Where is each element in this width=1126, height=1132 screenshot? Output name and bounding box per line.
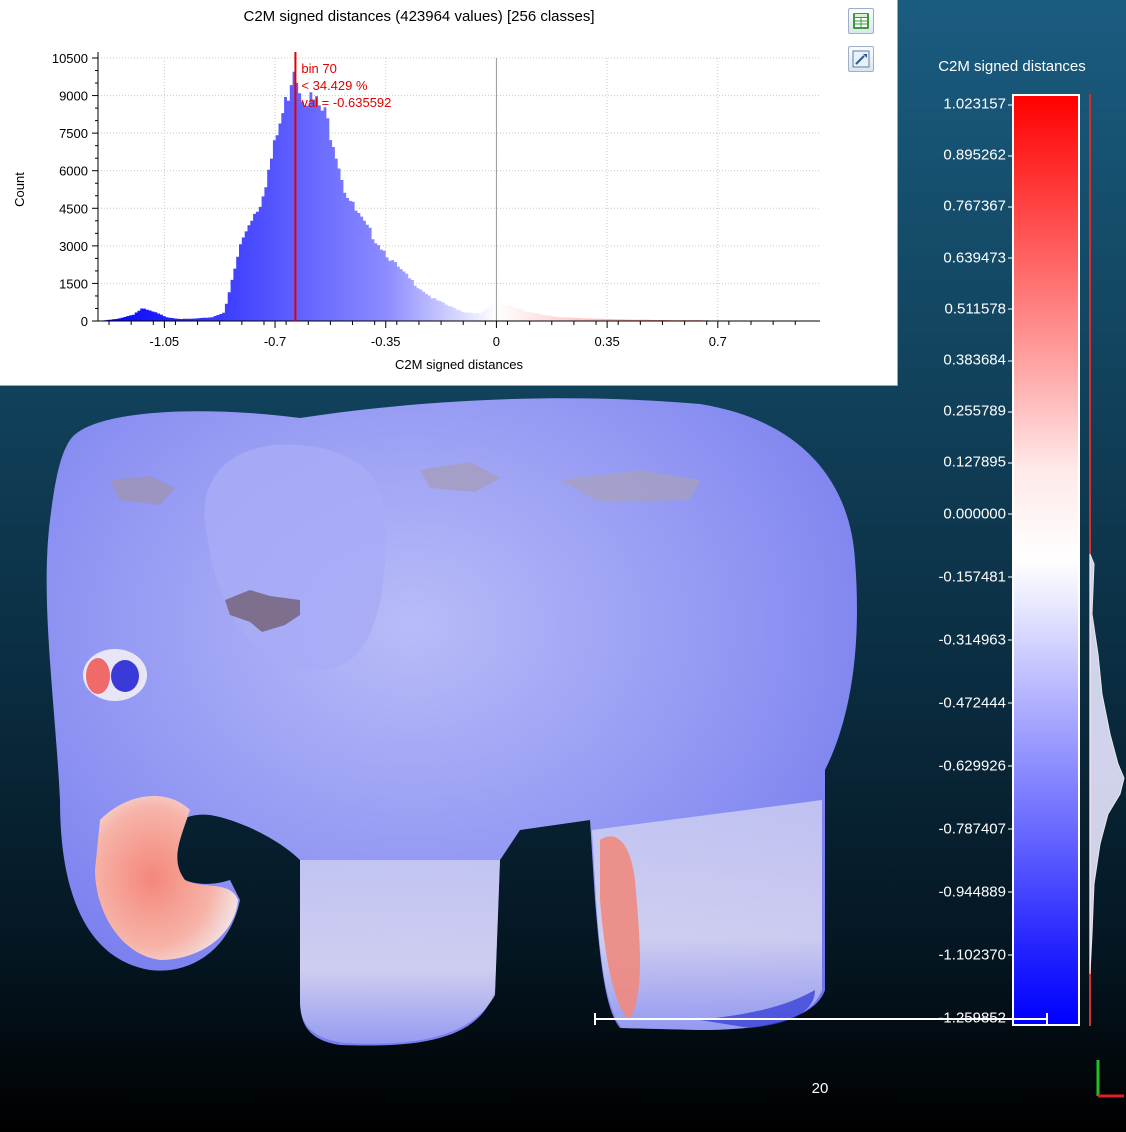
color-scale-label: -0.787407 xyxy=(938,820,1012,838)
color-scale-label: 0.255789 xyxy=(943,402,1012,420)
y-tick-label: 6000 xyxy=(59,164,88,179)
color-scale-label: -0.314963 xyxy=(938,631,1012,649)
x-axis-label: C2M signed distances xyxy=(395,357,523,372)
csv-export-icon xyxy=(853,13,869,29)
cursor-bin-label: bin 70 xyxy=(301,61,336,76)
y-tick-label: 10500 xyxy=(52,51,88,66)
y-tick-label: 1500 xyxy=(59,276,88,291)
color-scale-label: 0.383684 xyxy=(943,351,1012,369)
color-scale-label: 0.511578 xyxy=(944,300,1013,318)
cursor-percent-label: < 34.429 % xyxy=(301,78,368,93)
x-tick-label: 0.35 xyxy=(594,334,619,349)
axis-triad-icon xyxy=(1096,1060,1124,1098)
color-scale-label: -1.102370 xyxy=(938,946,1012,964)
color-scale-label: -0.629926 xyxy=(938,757,1012,775)
x-tick-label: -0.7 xyxy=(264,334,286,349)
color-scale-label: 0.127895 xyxy=(943,453,1012,471)
scale-ruler-label: 20 xyxy=(811,1080,829,1097)
color-scale-label: -0.472444 xyxy=(938,694,1012,712)
color-scale-label: 0.895262 xyxy=(943,146,1012,164)
x-tick-label: -0.35 xyxy=(371,334,401,349)
color-scale-label: -0.944889 xyxy=(938,883,1012,901)
y-tick-label: 7500 xyxy=(59,126,88,141)
color-scale-label: -0.157481 xyxy=(938,568,1012,586)
elephant-eye-blue xyxy=(111,660,139,692)
histogram-chart[interactable]: 0 1500 3000 4500 6000 7500 9000 10500 -1.05 -0.7 -… xyxy=(0,0,898,386)
x-tick-label: -1.05 xyxy=(150,334,180,349)
color-scale-bar xyxy=(1012,94,1080,1026)
3d-viewport[interactable]: C2M signed distances (423964 values) [25… xyxy=(0,0,1126,1132)
elephant-front-legs xyxy=(300,860,500,1044)
color-scale-histogram xyxy=(1089,94,1125,1026)
histogram-dialog[interactable]: C2M signed distances (423964 values) [25… xyxy=(0,0,898,386)
y-tick-label: 0 xyxy=(81,314,88,329)
color-scale-label: 0.767367 xyxy=(943,197,1012,215)
y-axis-label: Count xyxy=(12,172,27,207)
x-tick-label: 0.7 xyxy=(709,334,727,349)
color-scale-label: 1.023157 xyxy=(943,95,1012,113)
y-tick-label: 3000 xyxy=(59,239,88,254)
y-tick-label: 4500 xyxy=(59,201,88,216)
elephant-eye-red xyxy=(86,658,110,694)
export-image-icon xyxy=(852,50,870,68)
export-csv-button[interactable] xyxy=(848,8,874,34)
cursor-value-label: val = -0.635592 xyxy=(301,95,391,110)
color-scale-labels: 1.023157 0.895262 0.767367 0.639473 0.511578… xyxy=(898,0,1013,1132)
y-tick-label: 9000 xyxy=(59,89,88,104)
color-scale-label: 0.639473 xyxy=(943,249,1012,267)
color-scale-label: 0.000000 xyxy=(943,505,1012,523)
export-image-button[interactable] xyxy=(848,46,874,72)
scale-ruler xyxy=(594,1013,1048,1025)
x-tick-label: 0 xyxy=(493,334,500,349)
